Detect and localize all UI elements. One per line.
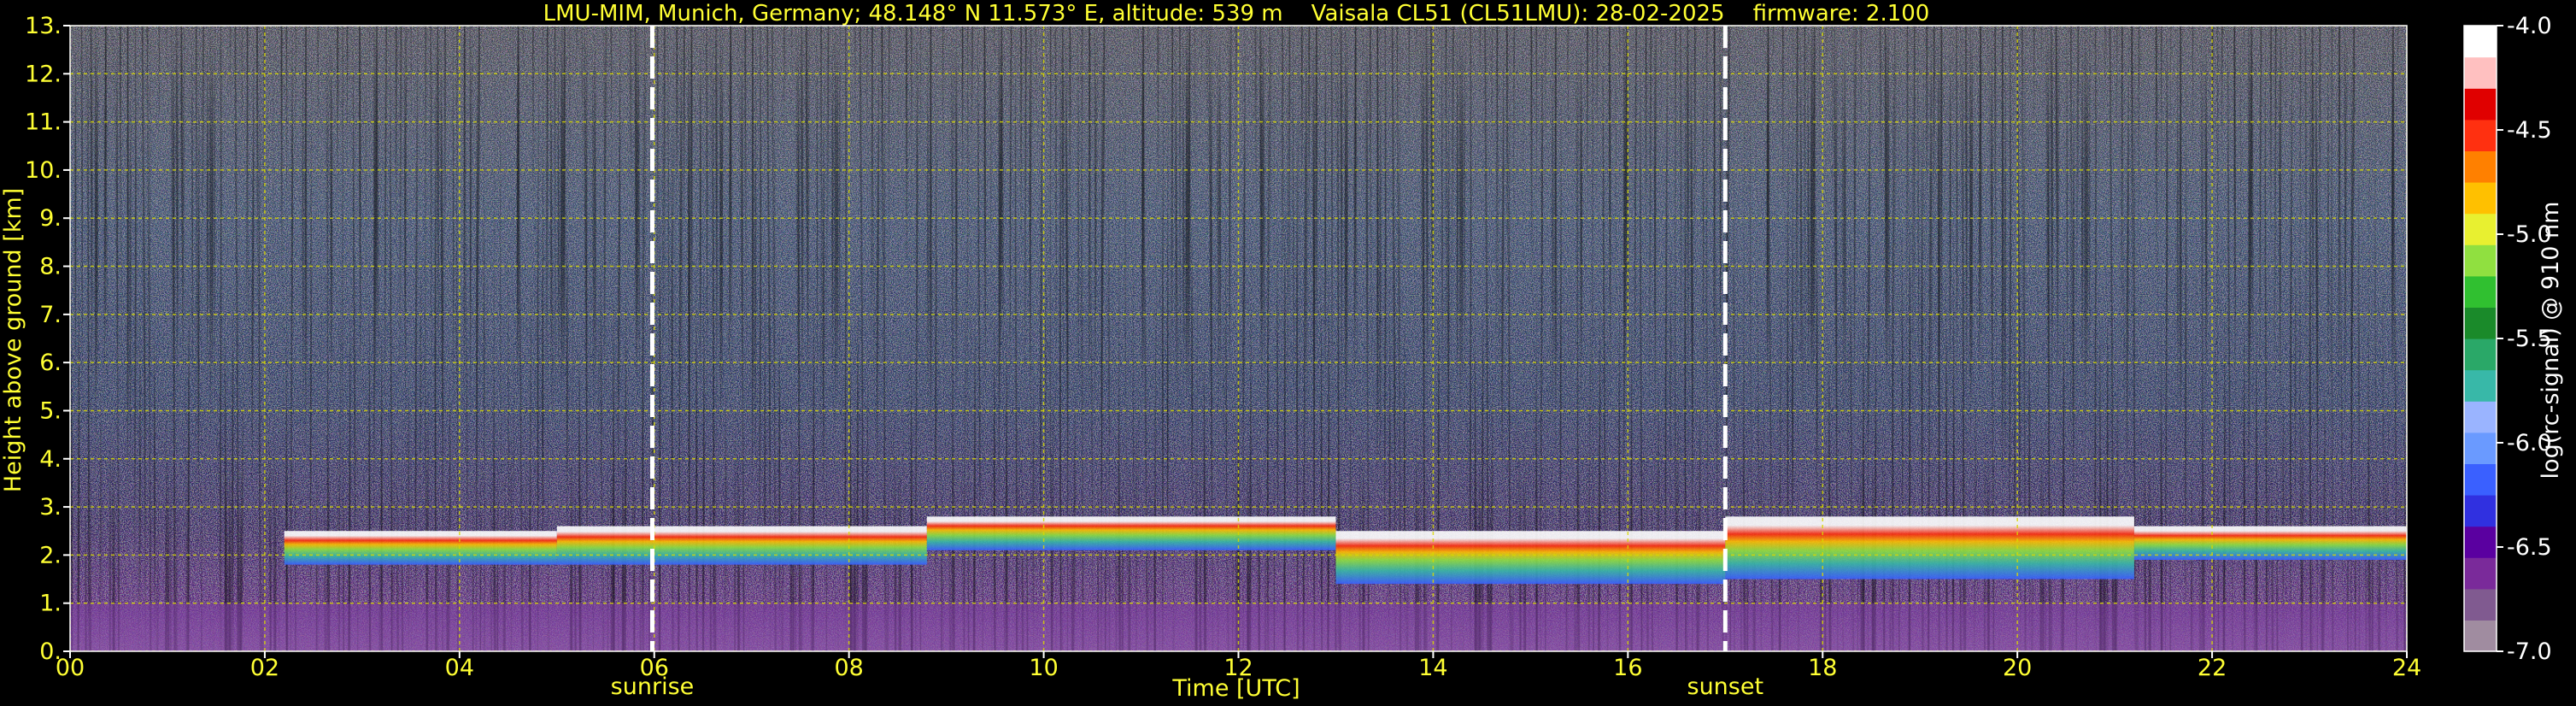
x-tick-label: 08 xyxy=(834,655,863,681)
colorbar-segment xyxy=(2464,526,2497,558)
colorbar-segment xyxy=(2464,369,2497,402)
colorbar-segment xyxy=(2464,182,2497,215)
x-tick-label: 24 xyxy=(2392,655,2421,681)
x-tick-label: 06 xyxy=(640,655,669,681)
y-tick-label: 4. xyxy=(39,446,62,473)
colorbar-segment xyxy=(2464,150,2497,183)
x-axis-label: Time [UTC] xyxy=(1171,675,1300,702)
colorbar-tick-label: -7.0 xyxy=(2507,638,2552,665)
colorbar-segment xyxy=(2464,432,2497,464)
cloud-layer xyxy=(284,531,557,565)
x-tick-label: 14 xyxy=(1418,655,1447,681)
y-tick-label: 12. xyxy=(25,61,62,87)
colorbar-segment xyxy=(2464,495,2497,527)
y-axis-label: Height above ground [km] xyxy=(0,188,26,492)
colorbar-segment xyxy=(2464,275,2497,308)
x-tick-label: 04 xyxy=(445,655,474,681)
cloud-layer xyxy=(2133,526,2407,561)
colorbar-segment xyxy=(2464,88,2497,121)
colorbar-segment xyxy=(2464,244,2497,277)
colorbar-segment xyxy=(2464,213,2497,245)
y-tick-label: 9. xyxy=(39,205,62,232)
colorbar-tick-label: -4.5 xyxy=(2507,117,2552,144)
y-tick-label: 1. xyxy=(39,591,62,617)
y-tick-label: 2. xyxy=(39,542,62,568)
x-tick-label: 10 xyxy=(1029,655,1058,681)
colorbar-segment xyxy=(2464,588,2497,621)
colorbar-segment xyxy=(2464,307,2497,339)
x-tick-label: 20 xyxy=(2003,655,2032,681)
colorbar-segment xyxy=(2464,557,2497,590)
x-tick-label: 22 xyxy=(2198,655,2227,681)
y-tick-label: 13. xyxy=(25,13,62,39)
x-tick-label: 18 xyxy=(1808,655,1837,681)
ceilometer-chart: sunrise sunset00 02 04 06 08 10 12 14 16 18 20 22 24 … xyxy=(0,1,2564,702)
colorbar-tick-label: -4.0 xyxy=(2507,13,2552,39)
colorbar-segment xyxy=(2464,620,2497,652)
cloud-layer xyxy=(556,526,927,565)
x-tick-label: 02 xyxy=(250,655,279,681)
colorbar-segment xyxy=(2464,26,2497,58)
y-tick-label: 11. xyxy=(25,109,62,136)
cloud-layer xyxy=(926,516,1336,550)
colorbar-segment xyxy=(2464,56,2497,89)
colorbar-segment xyxy=(2464,119,2497,151)
x-tick-label: 16 xyxy=(1613,655,1642,681)
plot-area xyxy=(70,26,2407,651)
event-label-sunset: sunset xyxy=(1687,674,1764,700)
colorbar-segment xyxy=(2464,338,2497,371)
colorbar-segment xyxy=(2464,463,2497,496)
y-tick-label: 5. xyxy=(39,397,62,424)
chart-title: LMU-MIM, Munich, Germany; 48.148° N 11.5… xyxy=(543,1,1930,26)
cloud-layer xyxy=(1335,531,1726,585)
y-tick-label: 10. xyxy=(25,157,62,184)
y-tick-label: 7. xyxy=(39,302,62,328)
y-tick-label: 0. xyxy=(39,638,62,665)
y-tick-label: 3. xyxy=(39,494,62,521)
y-axis: 0. 1. 2. 3. 4. 5. 6. 7. 8. 9. 10. 11. 12. 13. xyxy=(25,13,70,665)
y-tick-label: 6. xyxy=(39,350,62,376)
colorbar-label: log(rc-signal) @ 910 nm xyxy=(2538,202,2564,479)
colorbar-tick-label: -6.5 xyxy=(2507,534,2552,561)
cloud-layer xyxy=(1725,516,2134,580)
y-tick-label: 8. xyxy=(39,254,62,280)
colorbar-segment xyxy=(2464,401,2497,433)
